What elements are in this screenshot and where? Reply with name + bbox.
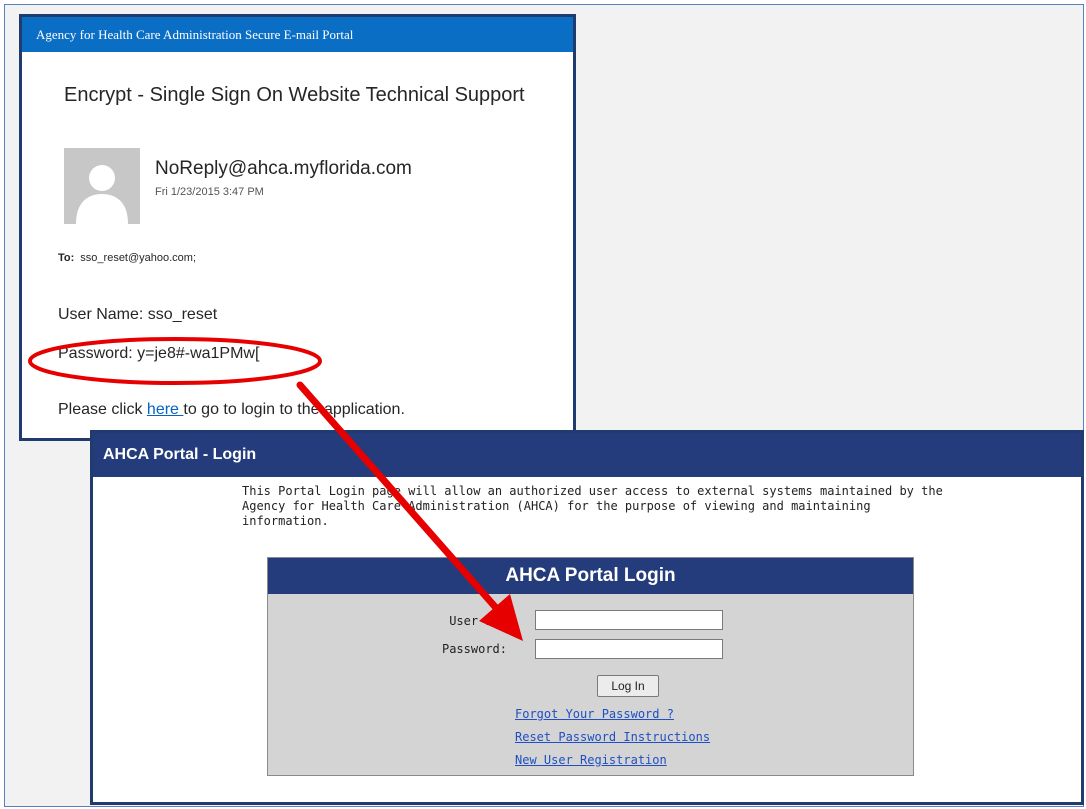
password-line: Password: y=je8#-wa1PMw[ xyxy=(58,345,260,362)
email-portal-header: Agency for Health Care Administration Se… xyxy=(22,17,573,52)
user-id-label: User ID: xyxy=(449,614,507,628)
to-label: To: xyxy=(58,252,75,264)
email-window: Agency for Health Care Administration Se… xyxy=(19,14,576,441)
login-box: AHCA Portal Login User ID: Password: Log… xyxy=(267,557,914,776)
recipient-address: sso_reset@yahoo.com; xyxy=(80,252,197,264)
forgot-password-link[interactable]: Forgot Your Password ? xyxy=(515,707,674,721)
intro-line: Agency for Health Care Administration (A… xyxy=(242,499,871,513)
username-line: User Name: sso_reset xyxy=(58,306,218,323)
sender-address: NoReply@ahca.myflorida.com xyxy=(155,158,412,179)
recipient-line: To: sso_reset@yahoo.com; xyxy=(58,252,196,264)
here-link[interactable]: here xyxy=(147,401,183,418)
instruction-prefix: Please click xyxy=(58,401,147,418)
email-subject: Encrypt - Single Sign On Website Technic… xyxy=(64,84,525,106)
user-id-input[interactable] xyxy=(535,610,723,630)
password-input[interactable] xyxy=(535,639,723,659)
sender-avatar-icon xyxy=(64,148,140,224)
reset-password-instructions-link[interactable]: Reset Password Instructions xyxy=(515,730,710,744)
portal-header: AHCA Portal - Login xyxy=(93,433,1081,477)
login-box-title: AHCA Portal Login xyxy=(268,558,913,594)
portal-intro: This Portal Login page will allow an aut… xyxy=(242,484,962,529)
sent-timestamp: Fri 1/23/2015 3:47 PM xyxy=(155,186,264,198)
log-in-button[interactable]: Log In xyxy=(597,675,659,697)
login-instruction: Please click here to go to login to the … xyxy=(58,401,405,419)
intro-line: information. xyxy=(242,514,329,528)
new-user-registration-link[interactable]: New User Registration xyxy=(515,753,667,767)
password-label: Password: xyxy=(441,642,507,656)
portal-window: AHCA Portal - Login This Portal Login pa… xyxy=(90,430,1084,805)
intro-line: This Portal Login page will allow an aut… xyxy=(242,484,943,498)
instruction-suffix: to go to login to the application. xyxy=(183,401,405,418)
